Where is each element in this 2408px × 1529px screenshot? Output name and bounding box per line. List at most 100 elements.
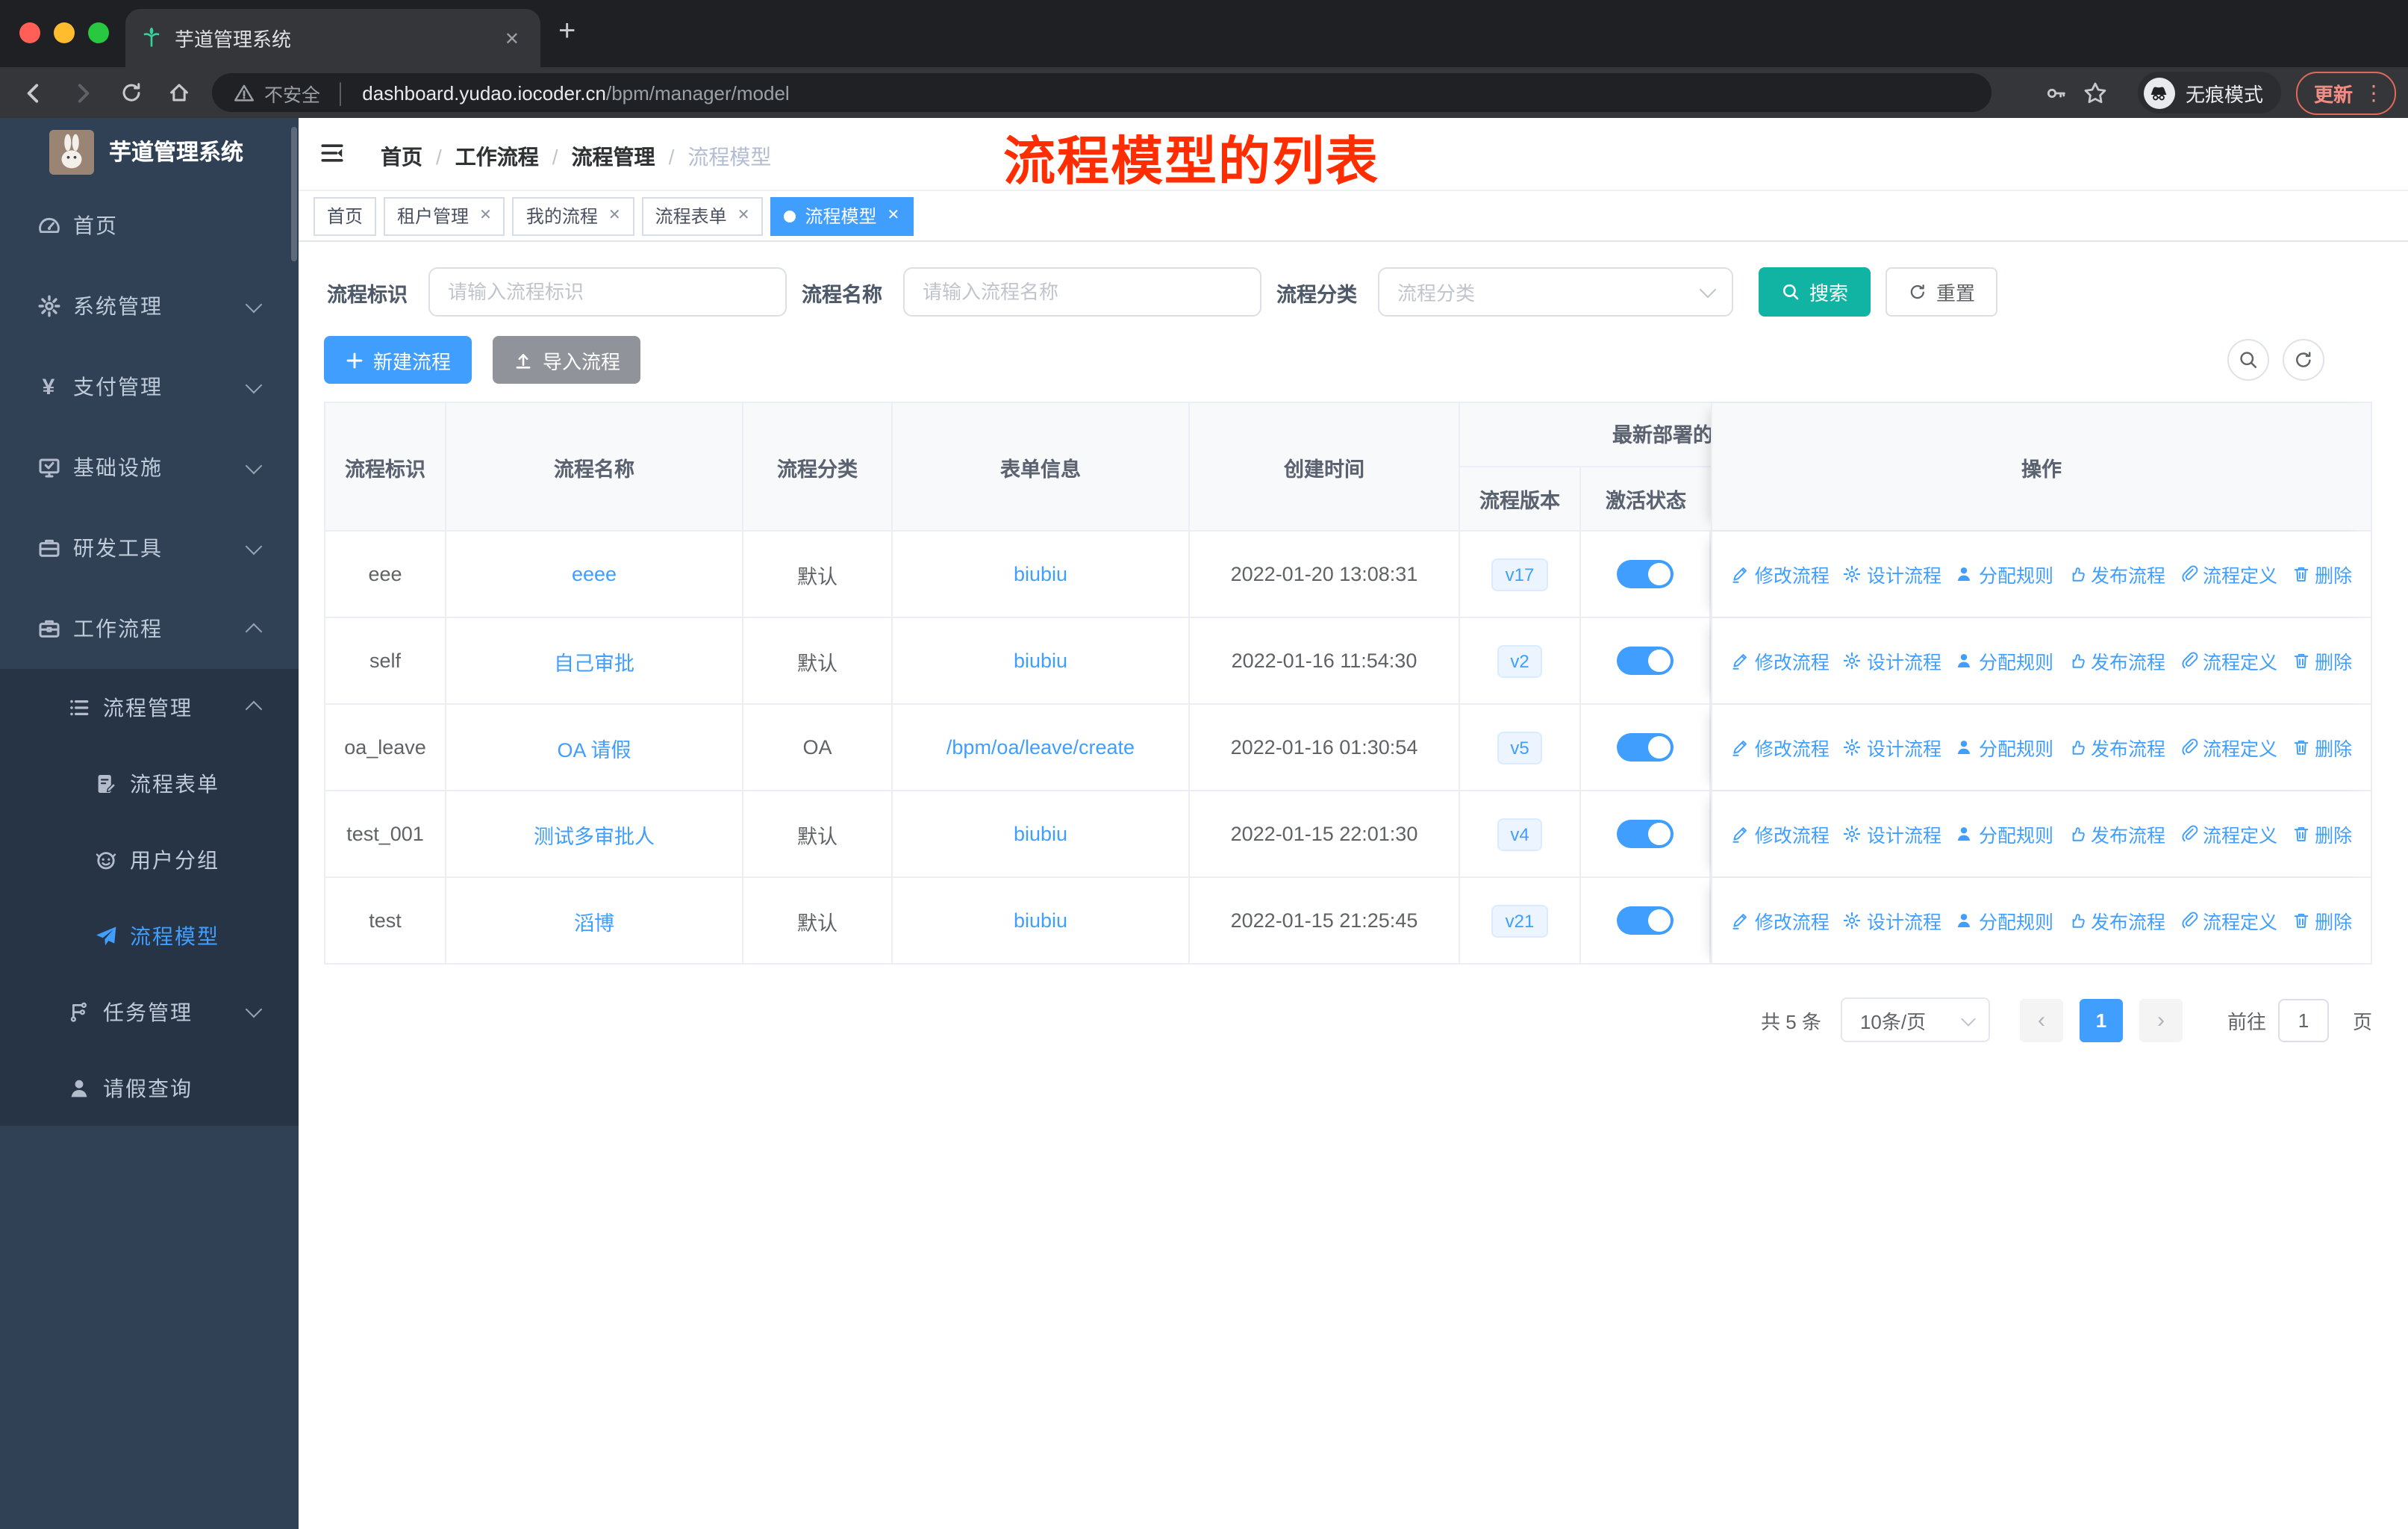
form-info-link[interactable]: biubiu xyxy=(1014,909,1067,932)
process-name-link[interactable]: eeee xyxy=(572,563,617,585)
action-设计流程[interactable]: 设计流程 xyxy=(1843,647,1941,675)
active-status-toggle[interactable] xyxy=(1617,560,1674,588)
action-删除[interactable]: 删除 xyxy=(2291,820,2352,848)
action-删除[interactable]: 删除 xyxy=(2291,560,2352,588)
active-status-toggle[interactable] xyxy=(1617,906,1674,935)
sidebar-item-工作流程[interactable]: 工作流程 xyxy=(0,588,299,669)
goto-page-input[interactable] xyxy=(2277,998,2329,1041)
sidebar-item-基础设施[interactable]: 基础设施 xyxy=(0,427,299,508)
action-发布流程[interactable]: 发布流程 xyxy=(2067,560,2165,588)
action-流程定义[interactable]: 流程定义 xyxy=(2179,733,2277,762)
sidebar-item-流程模型[interactable]: 流程模型 xyxy=(0,897,299,974)
action-修改流程[interactable]: 修改流程 xyxy=(1731,647,1830,675)
browser-tab[interactable]: 芋道管理系统 ✕ xyxy=(125,9,540,67)
back-icon[interactable] xyxy=(21,80,46,105)
action-流程定义[interactable]: 流程定义 xyxy=(2179,820,2277,848)
action-流程定义[interactable]: 流程定义 xyxy=(2179,906,2277,935)
process-key-input[interactable] xyxy=(428,267,787,317)
action-发布流程[interactable]: 发布流程 xyxy=(2067,733,2165,762)
sidebar-fold-icon[interactable] xyxy=(319,140,345,166)
sidebar-item-用户分组[interactable]: 用户分组 xyxy=(0,821,299,897)
prev-page-button[interactable]: ‹ xyxy=(2019,998,2063,1041)
action-修改流程[interactable]: 修改流程 xyxy=(1731,733,1830,762)
form-info-link[interactable]: biubiu xyxy=(1014,563,1067,585)
form-info-link[interactable]: biubiu xyxy=(1014,650,1067,672)
browser-update-button[interactable]: 更新 ⋮ xyxy=(2295,71,2396,114)
action-流程定义[interactable]: 流程定义 xyxy=(2179,647,2277,675)
action-分配规则[interactable]: 分配规则 xyxy=(1955,906,2053,935)
forward-icon[interactable] xyxy=(70,80,96,105)
action-流程定义[interactable]: 流程定义 xyxy=(2179,560,2277,588)
toggle-search-button[interactable] xyxy=(2227,339,2269,381)
active-status-toggle[interactable] xyxy=(1617,647,1674,675)
process-name-link[interactable]: 滔博 xyxy=(574,906,614,935)
minimize-window-button[interactable] xyxy=(54,22,75,43)
action-设计流程[interactable]: 设计流程 xyxy=(1843,733,1941,762)
breadcrumb-item[interactable]: 流程管理 xyxy=(572,142,655,172)
action-修改流程[interactable]: 修改流程 xyxy=(1731,906,1830,935)
home-icon[interactable] xyxy=(167,81,191,105)
process-category-select[interactable]: 流程分类 xyxy=(1378,267,1733,317)
search-button[interactable]: 搜索 xyxy=(1759,267,1871,317)
action-删除[interactable]: 删除 xyxy=(2291,733,2352,762)
page-size-select[interactable]: 10条/页 xyxy=(1840,997,1990,1042)
sidebar-item-任务管理[interactable]: 任务管理 xyxy=(0,974,299,1050)
breadcrumb-item[interactable]: 工作流程 xyxy=(455,142,539,172)
tag-首页[interactable]: 首页 xyxy=(314,196,377,235)
key-icon[interactable] xyxy=(2045,81,2068,104)
next-page-button[interactable]: › xyxy=(2139,998,2183,1041)
action-设计流程[interactable]: 设计流程 xyxy=(1843,560,1941,588)
process-name-input[interactable] xyxy=(903,267,1261,317)
breadcrumb-item[interactable]: 首页 xyxy=(381,142,422,172)
sidebar-item-流程表单[interactable]: 流程表单 xyxy=(0,745,299,821)
action-分配规则[interactable]: 分配规则 xyxy=(1955,733,2053,762)
action-分配规则[interactable]: 分配规则 xyxy=(1955,820,2053,848)
process-name-link[interactable]: 测试多审批人 xyxy=(534,819,655,849)
action-发布流程[interactable]: 发布流程 xyxy=(2067,906,2165,935)
sidebar-item-系统管理[interactable]: 系统管理 xyxy=(0,266,299,346)
url-bar[interactable]: 不安全 │ dashboard.yudao.iocoder.cn/bpm/man… xyxy=(212,73,1991,112)
action-删除[interactable]: 删除 xyxy=(2291,647,2352,675)
action-发布流程[interactable]: 发布流程 xyxy=(2067,820,2165,848)
sidebar-item-首页[interactable]: 首页 xyxy=(0,185,299,266)
tag-close-icon[interactable]: ✕ xyxy=(479,208,492,224)
sidebar-item-研发工具[interactable]: 研发工具 xyxy=(0,508,299,588)
action-删除[interactable]: 删除 xyxy=(2291,906,2352,935)
sidebar-item-请假查询[interactable]: 请假查询 xyxy=(0,1050,299,1126)
page-1-button[interactable]: 1 xyxy=(2079,998,2123,1041)
tag-close-icon[interactable]: ✕ xyxy=(737,208,750,224)
active-status-toggle[interactable] xyxy=(1617,733,1674,762)
bookmark-star-icon[interactable] xyxy=(2083,80,2108,105)
action-分配规则[interactable]: 分配规则 xyxy=(1955,647,2053,675)
create-process-button[interactable]: 新建流程 xyxy=(324,336,472,384)
sidebar-item-支付管理[interactable]: ¥ 支付管理 xyxy=(0,346,299,427)
action-设计流程[interactable]: 设计流程 xyxy=(1843,906,1941,935)
tag-close-icon[interactable]: ✕ xyxy=(608,208,621,224)
action-修改流程[interactable]: 修改流程 xyxy=(1731,560,1830,588)
maximize-window-button[interactable] xyxy=(88,22,109,43)
reload-icon[interactable] xyxy=(119,81,143,105)
process-name-link[interactable]: OA 请假 xyxy=(557,732,631,762)
sidebar-item-流程管理[interactable]: 流程管理 xyxy=(0,669,299,745)
form-info-link[interactable]: /bpm/oa/leave/create xyxy=(946,736,1135,759)
action-发布流程[interactable]: 发布流程 xyxy=(2067,647,2165,675)
browser-menu-icon[interactable]: ⋮ xyxy=(2363,80,2384,105)
tag-流程表单[interactable]: 流程表单 ✕ xyxy=(641,196,764,235)
tag-租户管理[interactable]: 租户管理 ✕ xyxy=(384,196,505,235)
refresh-table-button[interactable] xyxy=(2283,339,2324,381)
import-process-button[interactable]: 导入流程 xyxy=(493,336,641,384)
tag-close-icon[interactable]: ✕ xyxy=(888,208,900,224)
close-window-button[interactable] xyxy=(19,22,40,43)
action-修改流程[interactable]: 修改流程 xyxy=(1731,820,1830,848)
new-tab-button[interactable]: + xyxy=(558,15,576,49)
reset-button[interactable]: 重置 xyxy=(1885,267,1998,317)
tag-我的流程[interactable]: 我的流程 ✕ xyxy=(512,196,634,235)
sidebar-scrollbar[interactable] xyxy=(291,127,297,261)
window-controls[interactable] xyxy=(19,22,109,43)
form-info-link[interactable]: biubiu xyxy=(1014,823,1067,845)
action-分配规则[interactable]: 分配规则 xyxy=(1955,560,2053,588)
tab-close-icon[interactable]: ✕ xyxy=(499,28,525,49)
action-设计流程[interactable]: 设计流程 xyxy=(1843,820,1941,848)
active-status-toggle[interactable] xyxy=(1617,820,1674,848)
process-name-link[interactable]: 自己审批 xyxy=(554,646,634,676)
